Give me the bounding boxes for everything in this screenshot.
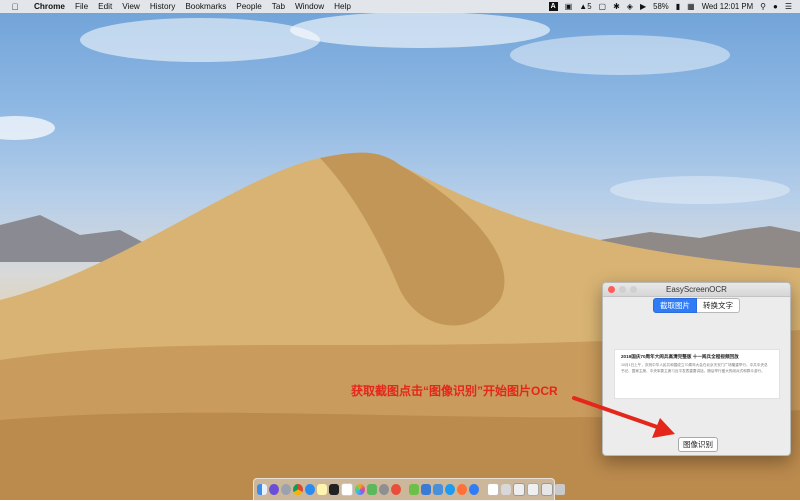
battery-percent[interactable]: 58% [653, 2, 669, 11]
vpn-icon[interactable] [391, 484, 401, 495]
user-avatar-icon[interactable]: ● [773, 2, 778, 11]
menu-edit[interactable]: Edit [98, 2, 112, 11]
finder-stack-icon[interactable] [433, 484, 443, 495]
preview-stack-icon[interactable] [527, 483, 539, 496]
window-stack-icon[interactable] [501, 484, 511, 495]
document-icon[interactable] [487, 483, 499, 496]
maps-icon[interactable] [409, 484, 419, 495]
menu-bar:  Chrome File Edit View History Bookmark… [0, 0, 800, 13]
volume-icon[interactable]: ▶ [640, 2, 646, 11]
window-titlebar[interactable]: EasyScreenOCR [603, 283, 790, 297]
screenshot-icon[interactable] [513, 483, 525, 496]
screen-icon[interactable]: ▢ [599, 2, 607, 11]
launchpad-icon[interactable] [281, 484, 291, 495]
crop-icon[interactable]: ▣ [565, 2, 573, 11]
captured-image-preview: 2019国庆70周年大阅兵高清完整版 十一阅兵全程视频回放 10月1日上午，庆祝… [614, 349, 780, 399]
safari-icon[interactable] [305, 484, 315, 495]
preview-heading: 2019国庆70周年大阅兵高清完整版 十一阅兵全程视频回放 [621, 354, 739, 359]
menu-help[interactable]: Help [334, 2, 351, 11]
image-recognize-button[interactable]: 图像识别 [678, 437, 718, 452]
search-icon[interactable]: ⚲ [760, 2, 766, 11]
menu-people[interactable]: People [236, 2, 262, 11]
tab-convert-text[interactable]: 转换文字 [697, 298, 740, 313]
photos-icon[interactable] [355, 484, 365, 495]
menu-file[interactable]: File [75, 2, 88, 11]
annotation-text: 获取截图点击“图像识别”开始图片OCR [351, 384, 558, 398]
image-stack-icon[interactable] [541, 483, 553, 496]
menu-history[interactable]: History [150, 2, 175, 11]
preview-body: 10月1日上午，庆祝中华人民共和国成立70周年大会在北京天安门广场隆重举行。中共… [621, 363, 768, 373]
app-store-icon[interactable] [445, 484, 455, 495]
calendar-icon[interactable] [341, 483, 353, 496]
torrent-icon[interactable] [367, 484, 377, 495]
wifi-icon[interactable]: ◈ [627, 2, 633, 11]
status-area: A ▣ ▲5 ▢ ✱ ◈ ▶ 58% ▮ ▦ Wed 12:01 PM ⚲ ● … [548, 0, 792, 13]
chrome-icon[interactable] [293, 484, 303, 495]
safari-alt-icon[interactable] [469, 484, 479, 495]
clock[interactable]: Wed 12:01 PM [702, 2, 753, 11]
menu-bookmarks[interactable]: Bookmarks [185, 2, 226, 11]
menu-tab[interactable]: Tab [272, 2, 285, 11]
notes-icon[interactable] [317, 484, 327, 495]
tab-capture-image[interactable]: 截取图片 [653, 298, 697, 313]
firefox-icon[interactable] [457, 484, 467, 495]
segmented-tabs: 截取图片 转换文字 [603, 298, 790, 313]
apple-icon[interactable]:  [10, 2, 20, 12]
menu-window[interactable]: Window [295, 2, 324, 11]
menu-app-name[interactable]: Chrome [34, 2, 65, 11]
adobe-status[interactable]: ▲5 [579, 2, 591, 11]
dock [253, 478, 565, 501]
bluetooth-icon[interactable]: ✱ [613, 2, 620, 11]
terminal-icon[interactable] [329, 484, 339, 495]
input-method-icon[interactable]: ▦ [687, 2, 695, 11]
input-source-icon[interactable]: A [548, 2, 558, 11]
settings-icon[interactable] [379, 484, 389, 495]
easyscreenocr-window: EasyScreenOCR 截取图片 转换文字 2019国庆70周年大阅兵高清完… [602, 282, 791, 456]
window-title: EasyScreenOCR [666, 285, 727, 294]
siri-icon[interactable] [269, 484, 279, 495]
finder-icon[interactable] [257, 484, 267, 495]
menu-list-icon[interactable]: ☰ [785, 2, 792, 11]
trash-icon[interactable] [555, 484, 565, 495]
adobe-icon: ▲ [579, 2, 588, 11]
network-icon[interactable] [421, 484, 431, 495]
battery-icon[interactable]: ▮ [676, 2, 680, 11]
menu-view[interactable]: View [122, 2, 140, 11]
adobe-count: 5 [587, 2, 592, 11]
